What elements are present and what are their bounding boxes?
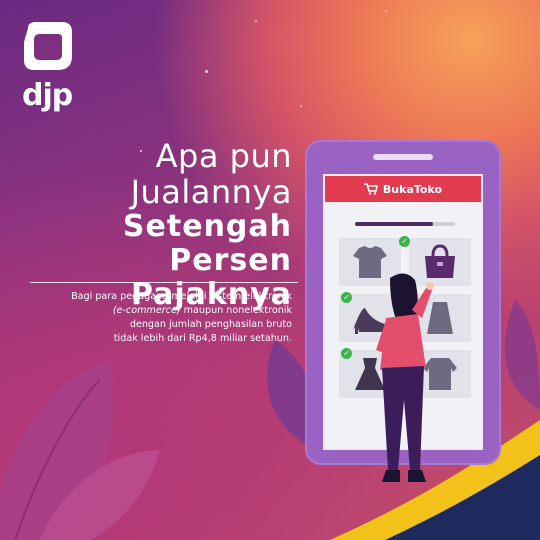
check-icon: ✓ — [341, 292, 352, 303]
check-icon: ✓ — [399, 236, 410, 247]
description: Bagi para pedagang melalui sistem elektr… — [0, 290, 292, 346]
headline: Apa pun Jualannya Setengah Persen Pajakn… — [0, 138, 292, 312]
headline-line-2: Jualannya — [130, 173, 292, 211]
shopper-woman-illustration — [376, 273, 434, 482]
description-line-1: Bagi para pedagang melalui sistem elektr… — [71, 291, 292, 302]
headline-line-1: Apa pun — [155, 137, 292, 175]
djp-logo-icon — [24, 22, 72, 70]
check-icon: ✓ — [341, 348, 352, 359]
description-part-2: maupun nonelektronik — [183, 305, 292, 316]
description-line-3: dengan jumlah penghasilan bruto — [129, 319, 292, 330]
progress-bar — [355, 222, 455, 226]
progress-fill — [355, 222, 433, 226]
description-line-2: (e-commerce) maupun nonelektronik — [0, 304, 292, 318]
djp-logo-text: djp — [22, 78, 73, 113]
description-line-4: tidak lebih dari Rp4,8 miliar setahun. — [113, 333, 292, 344]
djp-logo: djp — [22, 20, 74, 113]
divider-line — [30, 282, 298, 283]
shopping-cart-icon — [363, 183, 378, 195]
headline-line-3: Setengah Persen — [122, 209, 292, 278]
description-italic: (e-commerce) — [112, 305, 181, 316]
phone-speaker — [373, 154, 433, 160]
app-name: BukaToko — [382, 182, 443, 196]
app-header: BukaToko — [325, 176, 481, 202]
